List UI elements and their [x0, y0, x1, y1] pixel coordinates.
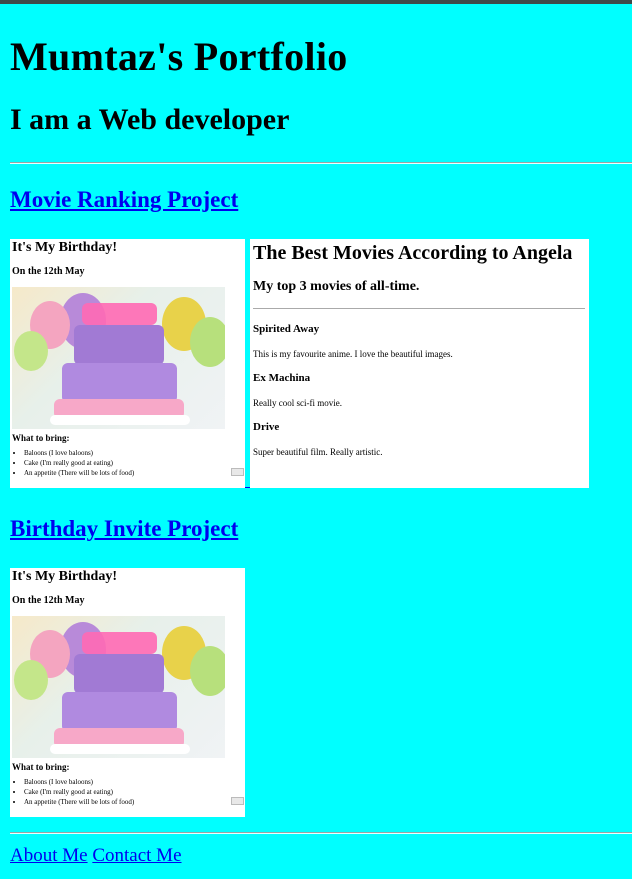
bday-bring-heading: What to bring: — [12, 762, 70, 772]
movies-heading: The Best Movies According to Angela — [253, 242, 573, 264]
movie-title: Spirited Away — [253, 323, 320, 335]
bday-small-button — [231, 468, 244, 476]
list-item: An appetite (There will be lots of food) — [24, 468, 134, 478]
list-item: An appetite (There will be lots of food) — [24, 797, 134, 807]
cake-image — [12, 287, 225, 429]
bday-bring-heading: What to bring: — [12, 433, 70, 443]
list-item: Baloons (I love baloons) — [24, 448, 134, 458]
divider-top — [10, 162, 632, 164]
divider-bottom — [10, 832, 632, 834]
movie-title: Ex Machina — [253, 372, 311, 384]
birthday-project-link[interactable]: Birthday Invite Project — [10, 516, 238, 541]
movie-title: Drive — [253, 421, 280, 433]
bday-item-list: Baloons (I love baloons) Cake (I'm reall… — [14, 448, 134, 478]
list-item: Baloons (I love baloons) — [24, 777, 134, 787]
bday-small-button — [231, 797, 244, 805]
bday-heading: It's My Birthday! — [12, 569, 117, 584]
bday-heading: It's My Birthday! — [12, 240, 117, 255]
movie-desc: This is my favourite anime. I love the b… — [253, 349, 453, 359]
contact-me-link[interactable]: Contact Me — [92, 845, 181, 866]
page-subtitle: I am a Web developer — [10, 103, 290, 136]
bday-date: On the 12th May — [12, 595, 85, 606]
browser-top-bar — [0, 0, 632, 4]
movie-desc: Super beautiful film. Really artistic. — [253, 447, 383, 457]
movie-project-link[interactable]: Movie Ranking Project — [10, 187, 238, 212]
movie-project-heading: Movie Ranking Project — [10, 187, 238, 213]
list-item: Cake (I'm really good at eating) — [24, 787, 134, 797]
footer-nav: About Me Contact Me — [10, 845, 182, 867]
movie-desc: Really cool sci-fi movie. — [253, 398, 342, 408]
bday-date: On the 12th May — [12, 266, 85, 277]
bday-item-list: Baloons (I love baloons) Cake (I'm reall… — [14, 777, 134, 807]
movies-screenshot-thumbnail[interactable]: The Best Movies According to Angela My t… — [250, 239, 589, 488]
list-item: Cake (I'm really good at eating) — [24, 458, 134, 468]
page-title: Mumtaz's Portfolio — [10, 34, 348, 79]
movies-subheading: My top 3 movies of all-time. — [253, 279, 420, 294]
birthday-screenshot-thumbnail[interactable]: It's My Birthday! On the 12th May What t… — [10, 568, 245, 817]
birthday-project-heading: Birthday Invite Project — [10, 516, 238, 542]
about-me-link[interactable]: About Me — [10, 845, 88, 866]
movies-divider — [253, 308, 585, 309]
birthday-screenshot-thumbnail[interactable]: It's My Birthday! On the 12th May What t… — [10, 239, 245, 488]
cake-image — [12, 616, 225, 758]
